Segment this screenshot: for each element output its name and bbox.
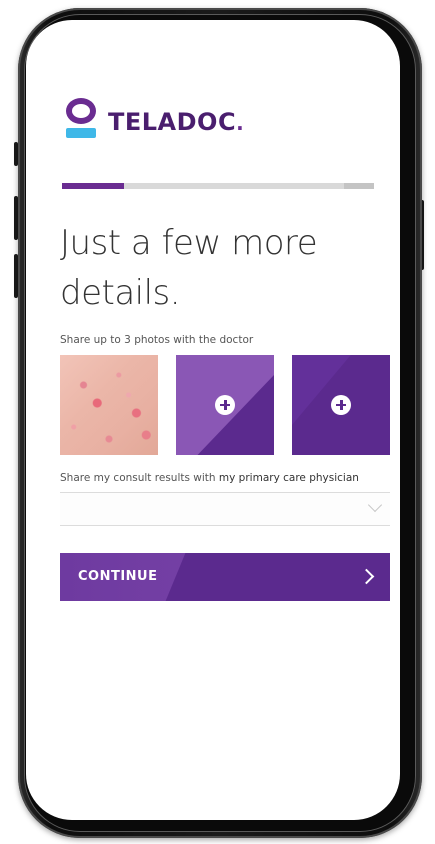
add-photo-tile bbox=[292, 355, 390, 455]
share-results-label: Share my consult results with my primary… bbox=[60, 472, 359, 484]
primary-care-physician-select[interactable] bbox=[60, 492, 390, 526]
teladoc-logo-icon bbox=[64, 98, 98, 142]
share-label-emphasis: my primary care physician bbox=[218, 472, 359, 484]
logo-ring bbox=[66, 98, 96, 124]
brand-name: TELADOC. bbox=[108, 108, 244, 136]
plus-circle-icon bbox=[215, 395, 235, 415]
page-title: Just a few more details. bbox=[60, 223, 318, 313]
add-photo-button[interactable] bbox=[292, 355, 390, 455]
plus-circle-icon bbox=[331, 395, 351, 415]
continue-label: CONTINUE bbox=[78, 569, 158, 584]
uploaded-photo[interactable] bbox=[60, 355, 158, 455]
progress-fill bbox=[62, 183, 125, 189]
progress-bar bbox=[62, 183, 374, 189]
add-photo-button[interactable] bbox=[176, 355, 274, 455]
chevron-down-icon bbox=[367, 497, 383, 513]
photos-label: Share up to 3 photos with the doctor bbox=[60, 334, 254, 346]
skin-rash-photo bbox=[60, 355, 158, 455]
continue-button[interactable]: CONTINUE bbox=[60, 553, 390, 601]
chevron-right-icon bbox=[358, 568, 375, 585]
share-label-prefix: Share my consult results with bbox=[60, 472, 219, 484]
teladoc-logo: TELADOC. bbox=[64, 98, 244, 142]
brand-name-text: TELADOC bbox=[108, 108, 237, 136]
progress-track-end bbox=[344, 183, 374, 189]
brand-dot: . bbox=[236, 111, 245, 135]
screen: TELADOC. Just a few more details. Share … bbox=[26, 20, 400, 820]
logo-bar bbox=[66, 128, 96, 138]
device-frame: TELADOC. Just a few more details. Share … bbox=[0, 0, 435, 844]
add-photo-tile bbox=[176, 355, 274, 455]
